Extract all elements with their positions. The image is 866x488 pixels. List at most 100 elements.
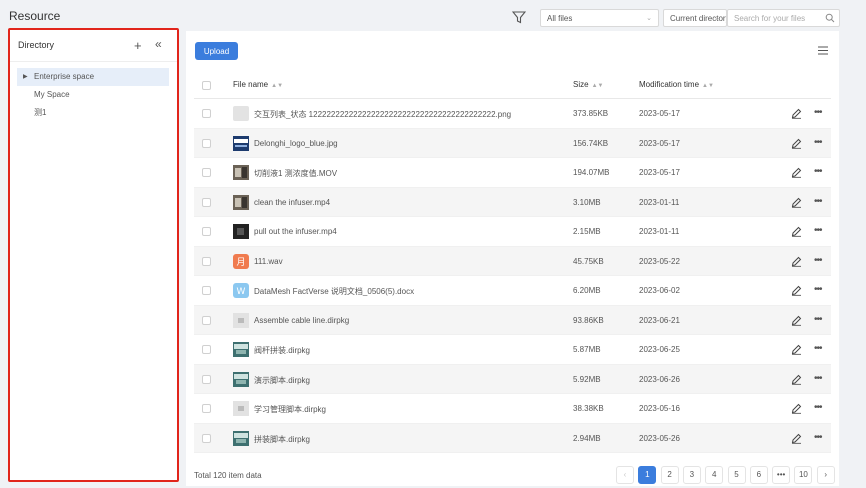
video-file-icon	[233, 194, 249, 210]
file-name[interactable]: 切削液1 测浓度值.MOV	[254, 168, 337, 179]
file-size: 6.20MB	[573, 286, 601, 295]
file-name[interactable]: Delonghi_logo_blue.jpg	[254, 139, 338, 148]
add-icon[interactable]: +	[134, 39, 142, 52]
page-ellipsis[interactable]: •••	[772, 466, 791, 484]
more-icon[interactable]: •••	[814, 373, 822, 384]
edit-icon[interactable]	[791, 344, 802, 355]
file-name[interactable]: 交互列表_状态 12222222222222222222222222222222…	[254, 109, 511, 120]
more-icon[interactable]: •••	[814, 196, 822, 207]
more-icon[interactable]: •••	[814, 343, 822, 354]
tree-item-enterprise-space[interactable]: ▶ Enterprise space	[17, 68, 169, 86]
location-select[interactable]: Current directory ⌄	[663, 9, 727, 27]
filter-icon[interactable]	[512, 11, 526, 24]
file-name[interactable]: 演示脚本.dirpkg	[254, 375, 310, 386]
column-header-size[interactable]: Size ▲▼	[573, 80, 603, 89]
file-name[interactable]: clean the infuser.mp4	[254, 198, 330, 207]
row-checkbox[interactable]	[202, 256, 211, 266]
more-icon[interactable]: •••	[814, 166, 822, 177]
edit-icon[interactable]	[791, 285, 802, 296]
edit-icon[interactable]	[791, 433, 802, 444]
more-icon[interactable]: •••	[814, 137, 822, 148]
sort-icon[interactable]: ▲▼	[702, 83, 714, 89]
more-icon[interactable]: •••	[814, 107, 822, 118]
row-checkbox[interactable]	[202, 227, 211, 236]
page-button-1[interactable]: 1	[638, 466, 657, 484]
prev-page-button[interactable]: ‹	[616, 466, 634, 484]
upload-button[interactable]: Upload	[195, 42, 238, 60]
edit-icon[interactable]	[791, 138, 802, 149]
caret-right-icon[interactable]: ▶	[23, 68, 28, 86]
edit-icon[interactable]	[791, 108, 802, 119]
table-row[interactable]: Delonghi_logo_blue.jpg 156.74KB 2023-05-17…	[194, 128, 831, 158]
more-icon[interactable]: •••	[814, 284, 822, 295]
file-name[interactable]: 学习管理脚本.dirpkg	[254, 404, 326, 415]
scope-select-value: All files	[547, 14, 573, 23]
file-name[interactable]: 111.wav	[254, 257, 283, 266]
table-row[interactable]: 拼装脚本.dirpkg 2.94MB 2023-05-26 •••	[194, 423, 831, 453]
edit-icon[interactable]	[791, 226, 802, 237]
file-size: 93.86KB	[573, 315, 604, 325]
table-row[interactable]: Assemble cable line.dirpkg 93.86KB 2023-06…	[194, 305, 831, 335]
table-row[interactable]: 阀杆拼装.dirpkg 5.87MB 2023-06-25 •••	[194, 335, 831, 365]
table-row[interactable]: pull out the infuser.mp4 2.15MB 2023-01-11…	[194, 217, 831, 247]
table-row[interactable]: W DataMesh FactVerse 说明文档_0506(5).docx 6.2…	[194, 276, 831, 306]
edit-icon[interactable]	[791, 167, 802, 178]
more-icon[interactable]: •••	[814, 402, 822, 413]
list-menu-icon[interactable]	[818, 46, 828, 55]
column-header-mtime[interactable]: Modification time ▲▼	[639, 80, 714, 89]
column-label: File name	[233, 80, 269, 89]
table-row[interactable]: 学习管理脚本.dirpkg 38.38KB 2023-05-16 •••	[194, 394, 831, 424]
word-file-icon: W	[233, 283, 249, 298]
table-row[interactable]: 月 111.wav 45.75KB 2023-05-22 •••	[194, 246, 831, 276]
table-row[interactable]: 演示脚本.dirpkg 5.92MB 2023-06-26 •••	[194, 364, 831, 394]
tree-item-test[interactable]: 测1	[17, 104, 169, 122]
page-button-3[interactable]: 3	[682, 466, 701, 484]
video-file-icon	[233, 165, 249, 180]
row-checkbox[interactable]	[202, 315, 211, 325]
page-button-2[interactable]: 2	[660, 466, 679, 484]
file-mtime: 2023-06-26	[639, 374, 680, 384]
edit-icon[interactable]	[791, 374, 802, 385]
edit-icon[interactable]	[791, 403, 802, 414]
sort-icon[interactable]: ▲▼	[592, 83, 604, 89]
select-all-checkbox[interactable]	[202, 81, 211, 90]
row-checkbox[interactable]	[202, 404, 211, 413]
row-checkbox[interactable]	[202, 345, 211, 354]
collapse-icon[interactable]: «	[155, 38, 162, 51]
page-button-last[interactable]: 10	[794, 466, 813, 484]
edit-icon[interactable]	[791, 315, 802, 326]
file-name[interactable]: 拼装脚本.dirpkg	[254, 434, 310, 445]
directory-panel: Directory + « ▶ Enterprise space My Spac…	[8, 28, 179, 482]
file-name[interactable]: Assemble cable line.dirpkg	[254, 316, 349, 325]
table-row[interactable]: 切削液1 测浓度值.MOV 194.07MB 2023-05-17 •••	[194, 158, 831, 188]
search-input[interactable]	[728, 10, 820, 26]
edit-icon[interactable]	[791, 256, 802, 267]
more-icon[interactable]: •••	[814, 314, 822, 325]
file-name[interactable]: pull out the infuser.mp4	[254, 227, 337, 236]
more-icon[interactable]: •••	[814, 255, 822, 266]
search-icon[interactable]	[825, 13, 835, 23]
table-row[interactable]: 交互列表_状态 12222222222222222222222222222222…	[194, 99, 831, 129]
edit-icon[interactable]	[791, 197, 802, 208]
image-file-icon	[233, 135, 249, 151]
file-name[interactable]: 阀杆拼装.dirpkg	[254, 345, 310, 356]
scope-select[interactable]: All files ⌄	[540, 9, 659, 27]
row-checkbox[interactable]	[202, 286, 211, 295]
column-header-name[interactable]: File name ▲▼	[233, 80, 283, 89]
table-row[interactable]: clean the infuser.mp4 3.10MB 2023-01-11 •••	[194, 187, 831, 217]
row-checkbox[interactable]	[202, 374, 211, 384]
page-button-4[interactable]: 4	[705, 466, 724, 484]
row-checkbox[interactable]	[202, 109, 211, 118]
sort-icon[interactable]: ▲▼	[271, 83, 283, 89]
row-checkbox[interactable]	[202, 138, 211, 148]
row-checkbox[interactable]	[202, 197, 211, 207]
row-checkbox[interactable]	[202, 433, 211, 443]
tree-item-my-space[interactable]: My Space	[17, 86, 169, 104]
more-icon[interactable]: •••	[814, 432, 822, 443]
page-button-6[interactable]: 6	[749, 466, 768, 484]
file-name[interactable]: DataMesh FactVerse 说明文档_0506(5).docx	[254, 286, 414, 297]
row-checkbox[interactable]	[202, 168, 211, 177]
more-icon[interactable]: •••	[814, 225, 822, 236]
page-button-5[interactable]: 5	[727, 466, 746, 484]
next-page-button[interactable]: ›	[816, 466, 835, 484]
